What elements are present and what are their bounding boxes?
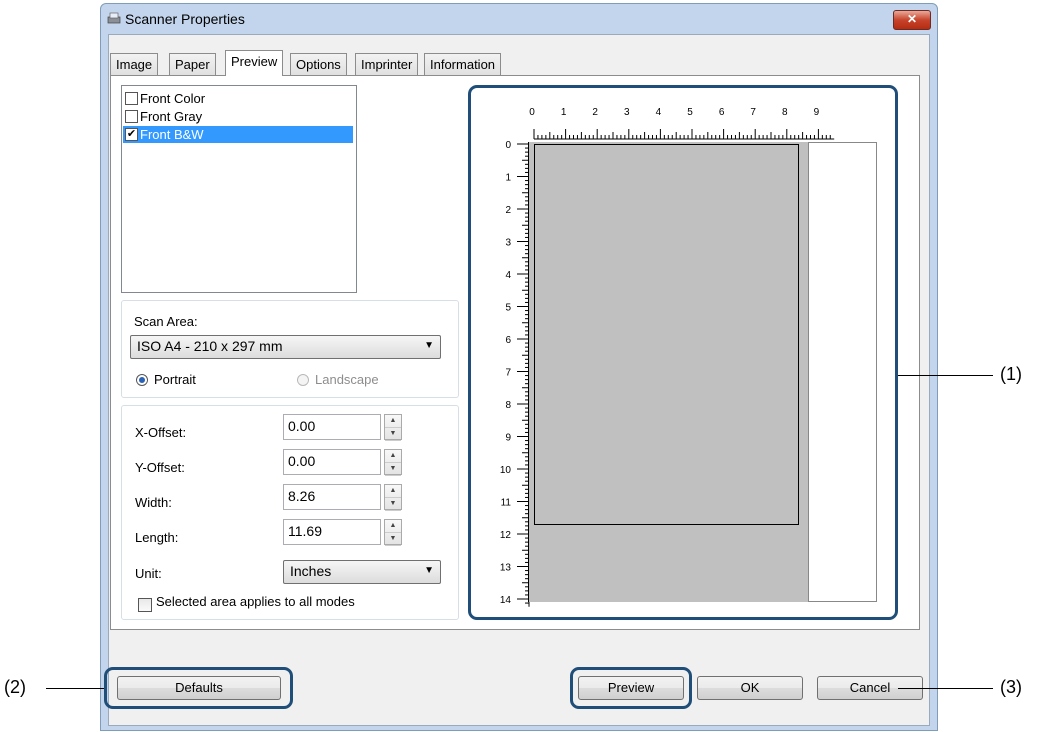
callout-label-3: (3) [1000,677,1022,697]
y-offset-input[interactable]: 0.00 [283,449,381,475]
callout-line-3 [898,688,993,689]
unit-value: Inches [290,563,332,579]
list-item-label: Front Gray [140,109,203,124]
list-item[interactable]: Front Color [123,90,353,107]
callout-line-2 [46,688,104,689]
list-item[interactable]: Front Gray [123,108,353,125]
length-label: Length: [135,530,179,545]
ok-button[interactable]: OK [697,676,803,700]
callout-box-preview-button [570,667,692,709]
spin-up-icon[interactable]: ▲ [385,485,401,498]
portrait-label: Portrait [154,372,196,387]
scan-area-label: Scan Area: [134,314,198,329]
spin-down-icon[interactable]: ▼ [385,533,401,546]
y-offset-stepper[interactable]: ▲ ▼ [384,449,402,476]
list-item-label: Front Color [140,91,206,106]
tab-paper[interactable]: Paper [169,53,216,75]
width-input[interactable]: 8.26 [283,484,381,510]
tab-image[interactable]: Image [110,53,159,75]
spin-up-icon[interactable]: ▲ [385,520,401,533]
list-item-label: Front B&W [140,127,204,142]
spin-down-icon[interactable]: ▼ [385,463,401,476]
callout-line-1 [898,375,993,376]
checkbox-front-bw[interactable]: ✔ [125,128,138,142]
apply-all-checkbox[interactable] [138,597,152,612]
width-label: Width: [135,495,172,510]
unit-label: Unit: [135,566,162,581]
callout-box-defaults [104,667,293,709]
spin-down-icon[interactable]: ▼ [385,498,401,511]
close-icon: ✕ [906,12,918,26]
x-offset-label: X-Offset: [135,425,187,440]
spin-down-icon[interactable]: ▼ [385,428,401,441]
spin-up-icon[interactable]: ▲ [385,415,401,428]
landscape-radio[interactable] [297,374,309,386]
tab-options[interactable]: Options [290,53,347,75]
scan-area-value: ISO A4 - 210 x 297 mm [137,338,283,354]
length-input[interactable]: 11.69 [283,519,381,545]
checkbox-front-color[interactable] [125,92,138,106]
window-title: Scanner Properties [125,11,245,27]
landscape-label: Landscape [315,372,379,387]
callout-box-preview-area [468,85,898,620]
chevron-down-icon: ▼ [424,565,434,576]
y-offset-label: Y-Offset: [135,460,185,475]
length-stepper[interactable]: ▲ ▼ [384,519,402,546]
portrait-radio[interactable] [136,374,148,386]
scan-area-select[interactable]: ISO A4 - 210 x 297 mm ▼ [130,335,441,359]
list-item[interactable]: ✔ Front B&W [123,126,353,143]
tab-preview[interactable]: Preview [225,50,284,76]
tab-information[interactable]: Information [424,53,502,75]
chevron-down-icon: ▼ [424,340,434,351]
callout-label-1: (1) [1000,364,1022,384]
apply-all-label: Selected area applies to all modes [156,594,355,609]
checkbox-front-gray[interactable] [125,110,138,124]
mode-list[interactable]: Front Color Front Gray ✔ Front B&W [121,85,357,293]
title-bar[interactable]: Scanner Properties ✕ [101,4,937,34]
x-offset-stepper[interactable]: ▲ ▼ [384,414,402,441]
unit-select[interactable]: Inches ▼ [283,560,441,584]
width-stepper[interactable]: ▲ ▼ [384,484,402,511]
callout-label-2: (2) [4,677,26,697]
scanner-icon [107,12,121,24]
spin-up-icon[interactable]: ▲ [385,450,401,463]
x-offset-input[interactable]: 0.00 [283,414,381,440]
tab-imprinter[interactable]: Imprinter [355,53,419,75]
close-button[interactable]: ✕ [893,10,931,30]
